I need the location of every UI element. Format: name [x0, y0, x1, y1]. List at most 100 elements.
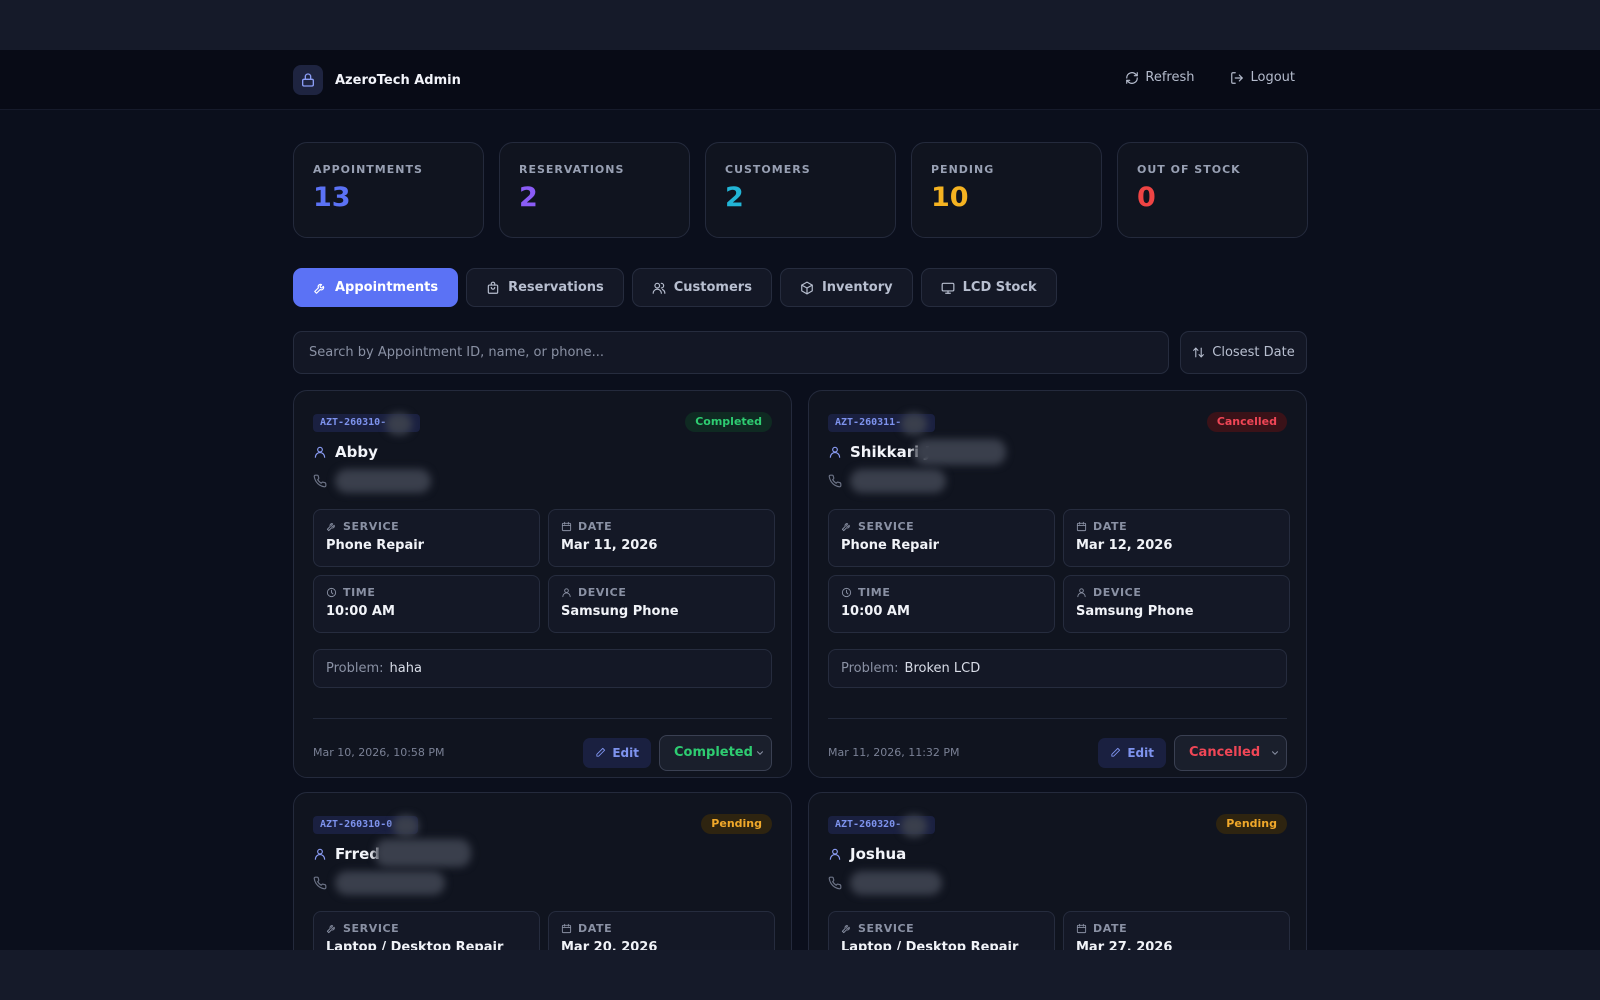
phone-icon	[828, 474, 842, 488]
customer-name: Joshua	[850, 845, 907, 863]
customer-name: Abby	[335, 443, 378, 461]
pencil-icon	[596, 747, 606, 757]
pencil-icon	[1111, 747, 1121, 757]
tab-customers[interactable]: Customers	[631, 268, 772, 307]
user-icon	[829, 848, 841, 860]
sort-icon	[1193, 347, 1205, 358]
tab-inventory[interactable]: Inventory	[779, 268, 913, 307]
edit-label: Edit	[612, 745, 639, 760]
phone-icon	[313, 474, 327, 488]
search-input[interactable]	[309, 345, 1153, 360]
problem-label: Problem:	[326, 661, 384, 676]
stat-label: APPOINTMENTS	[313, 163, 423, 176]
logout-button[interactable]: Logout	[1230, 70, 1295, 85]
user-icon	[562, 588, 571, 598]
refresh-button[interactable]: Refresh	[1125, 70, 1194, 85]
created-timestamp: Mar 10, 2026, 10:58 PM	[313, 746, 445, 759]
stat-reservations: RESERVATIONS 2	[499, 142, 690, 238]
date-value: Mar 12, 2026	[1076, 538, 1173, 553]
logout-label: Logout	[1250, 70, 1295, 85]
device-label: DEVICE	[1093, 586, 1142, 599]
redacted-phone	[850, 871, 942, 895]
service-field: SERVICE Laptop / Desktop Repair	[828, 911, 1055, 950]
box-icon	[801, 281, 813, 294]
top-band	[0, 0, 1600, 50]
redacted-blur	[901, 413, 927, 435]
stats-row: APPOINTMENTS 13 RESERVATIONS 2 CUSTOMERS…	[293, 142, 1308, 238]
bag-icon	[487, 281, 499, 294]
device-field: DEVICE Samsung Phone	[1063, 575, 1290, 633]
problem-label: Problem:	[841, 661, 899, 676]
edit-label: Edit	[1127, 745, 1154, 760]
stat-value: 10	[931, 182, 969, 213]
chevron-down-icon	[756, 750, 764, 755]
tab-reservations[interactable]: Reservations	[466, 268, 624, 307]
appointments-grid: AZT-260310- Completed Abby SERVICE Phone…	[293, 390, 1307, 950]
status-badge: Completed	[685, 412, 772, 432]
user-icon	[829, 446, 841, 458]
redacted-blur	[386, 413, 412, 435]
redacted-phone	[335, 871, 445, 895]
status-select-value: Cancelled	[1189, 745, 1261, 760]
redacted-blur	[393, 815, 419, 837]
date-field: DATE Mar 11, 2026	[548, 509, 775, 567]
wrench-icon	[314, 283, 325, 294]
stat-value: 13	[313, 182, 351, 213]
edit-button[interactable]: Edit	[583, 737, 651, 768]
wrench-icon	[326, 925, 335, 934]
stat-value: 0	[1137, 182, 1156, 213]
device-value: Samsung Phone	[1076, 604, 1194, 619]
redacted-blur	[914, 439, 1006, 465]
users-icon	[652, 282, 666, 294]
tab-appointments[interactable]: Appointments	[293, 268, 459, 307]
appointment-card: AZT-260310-0 Pending Frred SERVICE Lapto…	[293, 792, 792, 950]
time-label: TIME	[858, 586, 891, 599]
lock-icon	[293, 65, 323, 95]
date-label: DATE	[578, 520, 613, 533]
appointment-card: AZT-260310- Completed Abby SERVICE Phone…	[293, 390, 792, 778]
clock-icon	[841, 587, 852, 598]
service-label: SERVICE	[343, 922, 400, 935]
calendar-icon	[561, 923, 572, 934]
stat-out-of-stock: OUT OF STOCK 0	[1117, 142, 1308, 238]
stat-label: CUSTOMERS	[725, 163, 811, 176]
tab-bar: Appointments Reservations Customers Inve…	[293, 268, 1057, 307]
logout-icon	[1231, 71, 1244, 84]
customer-name: Frred	[335, 845, 380, 863]
brand: AzeroTech Admin	[293, 65, 461, 95]
service-label: SERVICE	[858, 520, 915, 533]
refresh-icon	[1126, 71, 1139, 84]
chevron-down-icon	[1271, 750, 1279, 755]
monitor-icon	[941, 282, 955, 294]
service-label: SERVICE	[858, 922, 915, 935]
service-field: SERVICE Phone Repair	[828, 509, 1055, 567]
edit-button[interactable]: Edit	[1098, 737, 1166, 768]
date-field: DATE Mar 12, 2026	[1063, 509, 1290, 567]
calendar-icon	[1076, 521, 1087, 532]
stat-label: RESERVATIONS	[519, 163, 625, 176]
phone-icon	[313, 876, 327, 890]
time-label: TIME	[343, 586, 376, 599]
bottom-band	[0, 950, 1600, 1000]
user-icon	[314, 848, 326, 860]
service-field: SERVICE Phone Repair	[313, 509, 540, 567]
status-badge: Pending	[701, 814, 772, 834]
sort-button[interactable]: Closest Date	[1180, 331, 1307, 374]
status-select[interactable]: Cancelled	[1174, 734, 1287, 771]
stat-customers: CUSTOMERS 2	[705, 142, 896, 238]
date-value: Mar 11, 2026	[561, 538, 658, 553]
tab-label: Reservations	[508, 280, 604, 295]
time-field: TIME 10:00 AM	[313, 575, 540, 633]
redacted-phone	[335, 469, 431, 493]
stat-label: OUT OF STOCK	[1137, 163, 1241, 176]
stat-appointments: APPOINTMENTS 13	[293, 142, 484, 238]
app-title: AzeroTech Admin	[335, 72, 461, 88]
stat-value: 2	[725, 182, 744, 213]
wrench-icon	[841, 523, 850, 532]
tab-lcd-stock[interactable]: LCD Stock	[920, 268, 1057, 307]
redacted-phone	[850, 469, 946, 493]
device-label: DEVICE	[578, 586, 627, 599]
status-select[interactable]: Completed	[659, 734, 772, 771]
stat-pending: PENDING 10	[911, 142, 1102, 238]
service-value: Phone Repair	[841, 538, 940, 553]
